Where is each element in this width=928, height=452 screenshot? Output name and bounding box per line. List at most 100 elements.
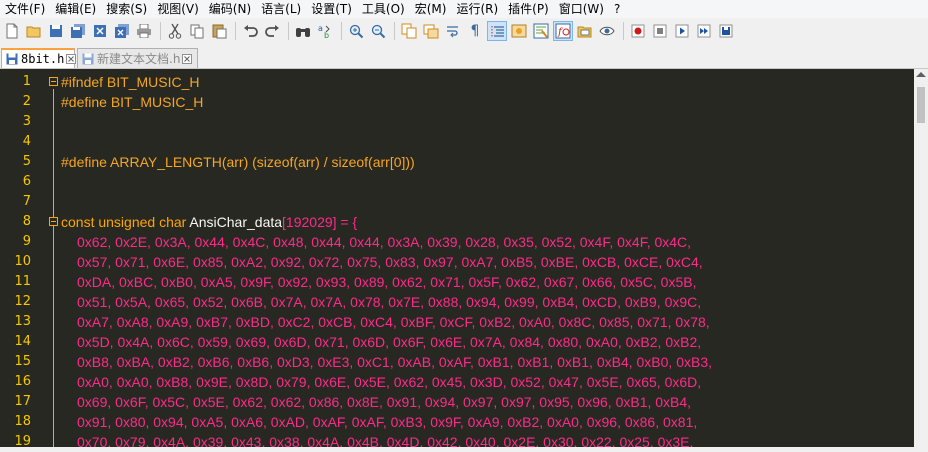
line-number: 15 — [14, 354, 31, 369]
tab-close-icon[interactable] — [66, 54, 77, 64]
array-size-token: [192029] = { — [282, 214, 358, 230]
zoom-in-icon — [349, 24, 363, 38]
new-file-icon — [6, 23, 18, 39]
function-list-button[interactable]: f — [553, 21, 573, 41]
doc-map-button[interactable] — [531, 21, 551, 41]
menu-view[interactable]: 视图(V) — [152, 0, 204, 18]
fold-toggle-icon[interactable] — [49, 77, 58, 86]
menu-plugins[interactable]: 插件(P) — [503, 0, 554, 18]
redo-button[interactable] — [262, 21, 282, 41]
menu-file[interactable]: 文件(F) — [0, 0, 50, 18]
play-macro-button[interactable] — [672, 21, 692, 41]
cut-button[interactable] — [165, 21, 185, 41]
open-file-button[interactable] — [24, 21, 44, 41]
folder-workspace-icon — [577, 26, 592, 38]
menu-bar: 文件(F) 编辑(E) 搜索(S) 视图(V) 编码(N) 语言(L) 设置(T… — [0, 0, 928, 18]
menu-window[interactable]: 窗口(W) — [554, 0, 609, 18]
fold-toggle-icon[interactable] — [49, 217, 58, 226]
close-all-button[interactable] — [112, 21, 132, 41]
replace-button[interactable]: ab — [315, 21, 335, 41]
line-number: 4 — [22, 134, 31, 149]
copy-icon — [190, 24, 203, 38]
line-number: 1 — [22, 74, 31, 89]
close-file-button[interactable] — [90, 21, 110, 41]
toolbar-separator — [394, 22, 395, 40]
sync-vertical-button[interactable] — [399, 21, 419, 41]
toolbar-separator — [160, 22, 161, 40]
menu-encoding[interactable]: 编码(N) — [204, 0, 256, 18]
code-line: 0x91, 0x80, 0x94, 0xA5, 0xA6, 0xAD, 0xAF… — [77, 414, 698, 430]
menu-run[interactable]: 运行(R) — [451, 0, 503, 18]
indent-guide-button[interactable] — [487, 21, 507, 41]
tab-bar: 8bit.h 新建文本文档.h — [0, 45, 928, 69]
tab-close-icon[interactable] — [182, 53, 193, 64]
udl-button[interactable] — [509, 21, 529, 41]
save-all-button[interactable] — [68, 21, 88, 41]
pilcrow-icon: ¶ — [470, 23, 480, 39]
function-list-icon: f — [555, 23, 571, 39]
code-line: 0x69, 0x6F, 0x5C, 0x5E, 0x62, 0x62, 0x86… — [77, 394, 692, 410]
folder-workspace-button[interactable] — [575, 21, 595, 41]
line-number: 3 — [22, 114, 31, 129]
new-file-button[interactable] — [2, 21, 22, 41]
save-icon — [50, 25, 62, 37]
menu-search[interactable]: 搜索(S) — [101, 0, 152, 18]
code-line: 0xB8, 0xBA, 0xB2, 0xB6, 0xB6, 0xD3, 0xE3… — [77, 354, 713, 370]
sync-horizontal-icon — [423, 24, 439, 39]
line-number: 9 — [22, 234, 31, 249]
document-map-icon — [533, 23, 549, 39]
record-macro-button[interactable] — [628, 21, 648, 41]
menu-settings[interactable]: 设置(T) — [306, 0, 357, 18]
copy-button[interactable] — [187, 21, 207, 41]
eye-icon — [599, 26, 615, 36]
print-button[interactable] — [134, 21, 154, 41]
line-number: 10 — [14, 254, 31, 269]
save-macro-icon — [719, 24, 733, 38]
word-wrap-button[interactable] — [443, 21, 463, 41]
tab-8bit-h[interactable]: 8bit.h — [1, 48, 77, 68]
undo-button[interactable] — [240, 21, 260, 41]
code-line: 0x57, 0x71, 0x6E, 0x85, 0xA2, 0x92, 0x72… — [77, 254, 703, 270]
code-text-area[interactable]: #ifndef BIT_MUSIC_H #define BIT_MUSIC_H … — [61, 69, 914, 447]
vertical-scrollbar[interactable] — [914, 69, 928, 447]
redo-icon — [264, 24, 279, 37]
line-number: 12 — [14, 294, 31, 309]
line-number: 17 — [14, 394, 31, 409]
code-line: #define ARRAY_LENGTH(arr) (sizeof(arr) /… — [61, 154, 415, 170]
toolbar-separator — [341, 22, 342, 40]
paste-button[interactable] — [209, 21, 229, 41]
tab-new-text-document[interactable]: 新建文本文档.h — [77, 48, 198, 68]
open-folder-icon — [26, 26, 41, 38]
file-icon — [82, 53, 94, 65]
menu-help[interactable]: ? — [609, 0, 625, 18]
line-number: 11 — [14, 274, 31, 289]
save-button[interactable] — [46, 21, 66, 41]
saved-file-icon — [6, 53, 18, 65]
code-line: const unsigned char AnsiChar_data[192029… — [61, 212, 357, 232]
code-line: 0x5D, 0x4A, 0x6C, 0x59, 0x69, 0x6D, 0x71… — [77, 334, 702, 350]
find-button[interactable] — [293, 21, 313, 41]
show-all-chars-button[interactable]: ¶ — [465, 21, 485, 41]
fast-forward-icon — [697, 24, 711, 38]
menu-tools[interactable]: 工具(O) — [357, 0, 410, 18]
run-macro-multiple-button[interactable] — [694, 21, 714, 41]
menu-language[interactable]: 语言(L) — [256, 0, 306, 18]
menu-edit[interactable]: 编辑(E) — [50, 0, 101, 18]
line-number: 13 — [14, 314, 31, 329]
scroll-up-icon[interactable] — [916, 72, 926, 77]
replace-icon: ab — [318, 24, 330, 39]
line-number: 18 — [14, 414, 31, 429]
monitoring-button[interactable] — [597, 21, 617, 41]
stop-macro-button[interactable] — [650, 21, 670, 41]
sync-vertical-icon — [401, 23, 417, 39]
code-editor[interactable]: 1 2 3 4 5 6 7 8 9 10 11 12 13 14 15 16 1… — [0, 69, 928, 449]
scissors-icon — [168, 23, 182, 39]
save-all-icon — [70, 23, 85, 38]
zoom-in-button[interactable] — [346, 21, 366, 41]
scrollbar-thumb[interactable] — [917, 87, 925, 123]
zoom-out-button[interactable] — [368, 21, 388, 41]
menu-macro[interactable]: 宏(M) — [410, 0, 452, 18]
zoom-out-icon — [371, 24, 385, 38]
save-macro-button[interactable] — [716, 21, 736, 41]
sync-horizontal-button[interactable] — [421, 21, 441, 41]
